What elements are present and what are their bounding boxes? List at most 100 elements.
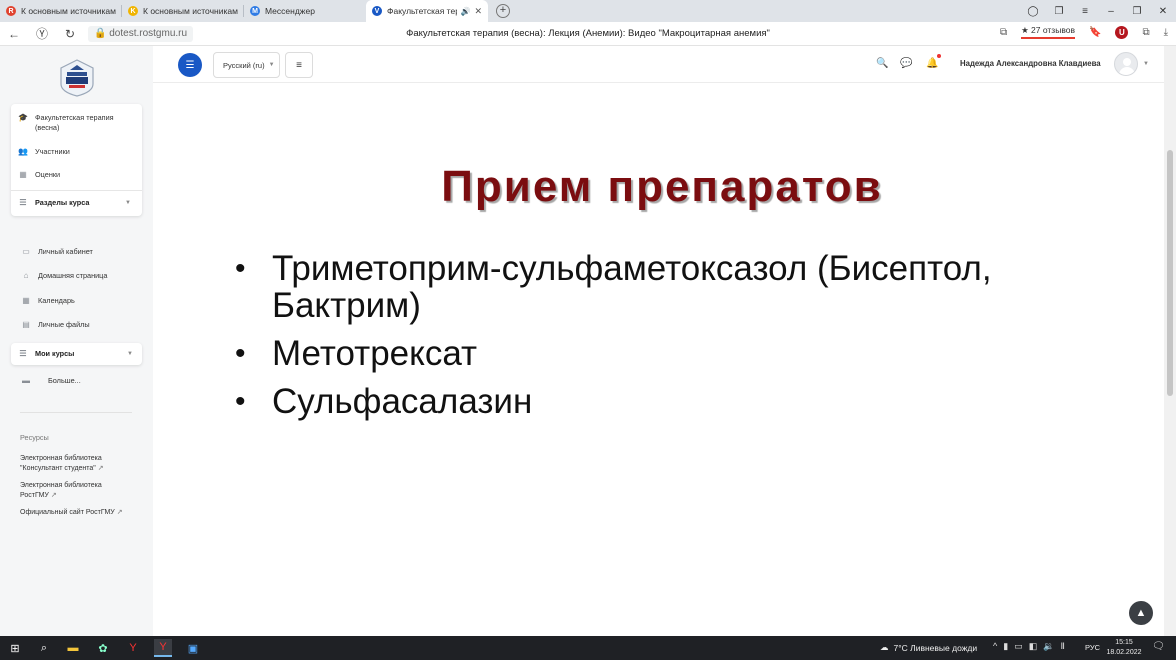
app-icon[interactable]: ✿ — [94, 639, 112, 657]
grades-icon: ▦ — [19, 170, 27, 179]
tab-title: К основным источникам — [21, 6, 116, 16]
tab-title: К основным источникам — [143, 6, 238, 16]
user-name[interactable]: Надежда Александровна Клавдиева — [960, 59, 1101, 68]
tray-chevron-up-icon[interactable]: ^ — [993, 641, 997, 652]
speaker-icon[interactable]: 🔊 — [460, 7, 470, 16]
sidebar-item-participants[interactable]: 👥 Участники — [18, 147, 70, 157]
sidebar-item-calendar[interactable]: ▦ Календарь — [21, 296, 75, 306]
tab-title: Мессенджер — [265, 6, 315, 16]
window-close-icon[interactable]: ✕ — [1150, 6, 1176, 17]
site-header: ☰ Русский (ru) ▼ ≡ 🔍 💬 🔔 Надежда Александ… — [153, 46, 1164, 83]
ime-icon[interactable]: Ⅱ — [1060, 641, 1064, 652]
menu-button[interactable]: ≡ — [285, 52, 313, 78]
restore-icon[interactable]: ❐ — [1124, 6, 1150, 17]
profile-icon[interactable]: ◯ — [1020, 6, 1046, 17]
minimize-icon[interactable]: – — [1098, 6, 1124, 17]
list-icon: ☰ — [19, 198, 27, 207]
cloud-rain-icon: ☁ — [880, 642, 889, 652]
graduation-cap-icon: 🎓 — [18, 113, 28, 122]
calendar-icon: ▦ — [22, 296, 30, 305]
list-item: Метотрексат — [235, 335, 1135, 372]
sidebar-item-files[interactable]: ▤ Личные файлы — [21, 320, 89, 330]
course-nav-card: 🎓 Факультетская терапия (весна) 👥 Участн… — [11, 104, 142, 216]
resource-link-consultant[interactable]: Электронная библиотека "Консультант студ… — [20, 454, 145, 474]
chevron-down-icon[interactable]: ▼ — [125, 200, 131, 206]
browser-tab[interactable]: R К основным источникам — [0, 0, 122, 22]
sidebar-item-grades[interactable]: ▦ Оценки — [18, 170, 60, 180]
back-arrow-icon[interactable]: ← — [0, 27, 28, 41]
collections-icon[interactable]: ❐ — [1046, 6, 1072, 17]
resource-link-library[interactable]: Электронная библиотека РостГМУ ↗ — [20, 481, 115, 501]
file-explorer-icon[interactable]: ▬ — [64, 639, 82, 657]
yandex-browser-icon[interactable]: Y — [124, 639, 142, 657]
weather-widget[interactable]: ☁ 7°C Ливневые дожди — [880, 642, 977, 653]
home-icon: ⌂ — [23, 271, 29, 280]
yandex-icon[interactable]: Ⓨ — [28, 25, 56, 42]
address-bar: ← Ⓨ ↻ 🔒 dotest.rostgmu.ru Факультетская … — [0, 22, 1176, 46]
browser-tab[interactable]: K К основным источникам — [122, 0, 244, 22]
notifications-icon[interactable]: 🗨 — [1152, 641, 1165, 652]
notification-dot — [937, 54, 941, 58]
slide-bullet-list: Триметоприм-сульфаметоксазол (Бисептол, … — [235, 250, 1135, 431]
close-tab-icon[interactable]: ✕ — [474, 6, 482, 17]
resource-link-official-site[interactable]: Официальный сайт РостГМУ ↗ — [20, 508, 145, 518]
users-icon: 👥 — [18, 147, 28, 156]
sidebar: 🎓 Факультетская терапия (весна) 👥 Участн… — [0, 46, 153, 636]
search-icon[interactable]: 🔍 — [876, 58, 888, 69]
bookmark-icon[interactable]: 🔖 — [1089, 27, 1101, 38]
tab-favicon-icon: K — [128, 6, 138, 16]
sidebar-item-home[interactable]: ⌂ Домашняя страница — [21, 271, 108, 281]
translate-icon[interactable]: ⧉ — [1000, 27, 1007, 38]
tab-favicon-icon: M — [250, 6, 260, 16]
chevron-down-icon[interactable]: ▼ — [1143, 61, 1149, 67]
drawer-toggle-button[interactable]: ☰ — [178, 53, 202, 77]
tray-app-icon[interactable]: ◧ — [1029, 641, 1038, 652]
new-tab-button[interactable]: + — [496, 4, 510, 18]
reload-icon[interactable]: ↻ — [56, 27, 84, 41]
sidebar-item-my-courses[interactable]: ☰ Мои курсы — [18, 349, 74, 359]
scrollbar-thumb[interactable] — [1167, 150, 1173, 396]
reviews-badge[interactable]: ★ 27 отзывов — [1021, 25, 1075, 39]
taskbar-clock[interactable]: 15:15 18.02.2022 — [1103, 638, 1145, 658]
page-scrollbar[interactable] — [1164, 46, 1176, 636]
input-language[interactable]: РУС — [1085, 643, 1100, 652]
sidebar-item-sections[interactable]: ☰ Разделы курса — [18, 198, 89, 208]
extension-icon[interactable]: ⧉ — [1142, 27, 1149, 38]
my-courses-card[interactable]: ☰ Мои курсы ▼ — [11, 343, 142, 365]
browser-tab-active[interactable]: V Факультетская терап 🔊 ✕ — [366, 0, 488, 22]
bell-icon[interactable]: 🔔 — [926, 58, 938, 69]
network-icon[interactable]: ▭ — [1014, 641, 1023, 652]
browser-menu-icon[interactable]: ≡ — [1072, 6, 1098, 17]
resources-heading: Ресурсы — [20, 433, 49, 442]
battery-icon[interactable]: ▮ — [1003, 641, 1008, 652]
scroll-to-top-button[interactable]: ▲ — [1129, 601, 1153, 625]
tab-title: Факультетская терап — [387, 6, 457, 16]
yandex-browser-active-icon[interactable]: Y — [154, 639, 172, 657]
browser-tab[interactable]: M Мессенджер — [244, 0, 366, 22]
tab-favicon-icon: V — [372, 6, 382, 16]
ublock-icon[interactable]: U — [1115, 25, 1129, 39]
rostgmu-logo[interactable] — [57, 58, 97, 98]
divider — [20, 412, 132, 413]
volume-icon[interactable]: 🔉 — [1043, 641, 1054, 652]
list-item: Триметоприм-сульфаметоксазол (Бисептол, … — [235, 250, 1135, 324]
sidebar-item-course[interactable]: 🎓 Факультетская терапия (весна) — [18, 113, 136, 133]
download-icon[interactable]: ⤓ — [1164, 27, 1168, 38]
photos-icon[interactable]: ▣ — [184, 639, 202, 657]
search-icon[interactable]: ⌕ — [35, 639, 53, 657]
chevron-down-icon[interactable]: ▼ — [127, 351, 133, 357]
video-slide[interactable]: Прием препаратов Триметоприм-сульфаметок… — [153, 84, 1164, 636]
sidebar-item-more[interactable]: ▬ Больше... — [21, 376, 81, 386]
windows-taskbar: ⊞ ⌕ ▬ ✿ Y Y ▣ ☁ 7°C Ливневые дожди ^ ▮ ▭… — [0, 636, 1176, 660]
external-link-icon: ↗ — [50, 492, 57, 499]
url-field[interactable]: 🔒 dotest.rostgmu.ru — [88, 26, 194, 42]
files-icon: ▤ — [22, 320, 30, 329]
sidebar-item-dashboard[interactable]: ▭ Личный кабинет — [21, 247, 93, 257]
language-selector[interactable]: Русский (ru) ▼ — [213, 52, 280, 78]
list-icon: ☰ — [19, 349, 27, 358]
external-link-icon: ↗ — [97, 465, 104, 472]
avatar[interactable] — [1114, 52, 1138, 76]
messages-icon[interactable]: 💬 — [900, 58, 912, 69]
windows-start-icon[interactable]: ⊞ — [6, 639, 24, 657]
chevron-down-icon: ▼ — [268, 62, 275, 68]
